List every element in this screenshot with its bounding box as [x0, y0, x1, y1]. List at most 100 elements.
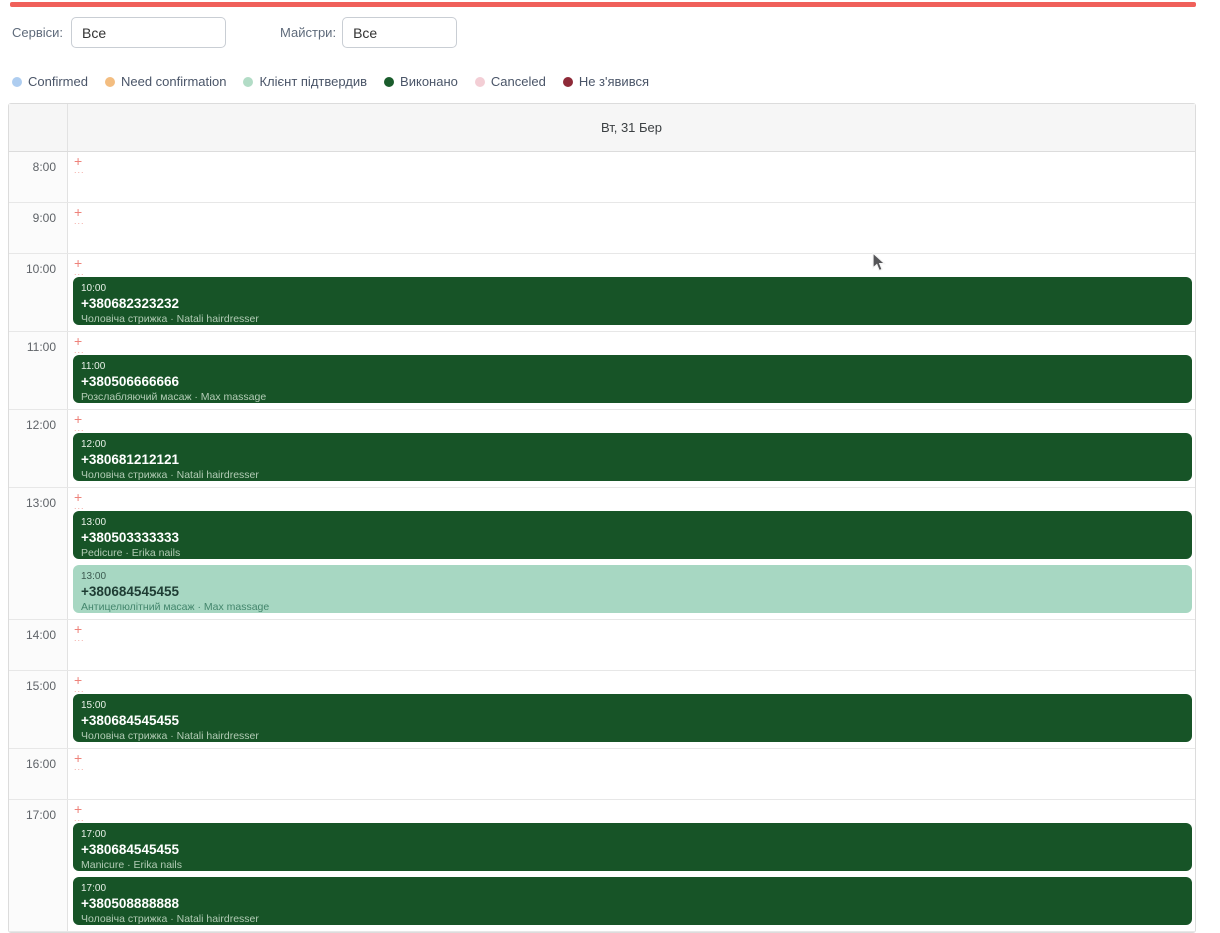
appointment-service-master: Чоловіча стрижка · Natali hairdresser [81, 312, 1182, 325]
legend-label: Клієнт підтвердив [259, 74, 367, 89]
top-accent-bar [10, 2, 1196, 7]
status-legend: Confirmed Need confirmation Клієнт підтвер… [12, 74, 649, 89]
services-select[interactable]: Все [71, 17, 226, 48]
day-cell: +...10:00+380682323232Чоловіча стрижка ·… [68, 254, 1195, 331]
appointment-time: 15:00 [81, 699, 1182, 712]
day-cell: +...15:00+380684545455Чоловіча стрижка ·… [68, 671, 1195, 748]
calendar-row-1100: 11:00+...11:00+380506666666Розслабляючий… [9, 332, 1195, 410]
calendar-row-900: 9:00+... [9, 203, 1195, 254]
status-dot-client-confirmed [243, 77, 253, 87]
more-options-button[interactable]: ... [74, 815, 90, 822]
calendar-row-1700: 17:00+...17:00+380684545455Manicure · Er… [9, 800, 1195, 932]
appointment-block[interactable]: 15:00+380684545455Чоловіча стрижка · Nat… [73, 694, 1192, 742]
legend-item-need-confirmation: Need confirmation [105, 74, 227, 89]
calendar-row-1300: 13:00+...13:00+380503333333Pedicure · Er… [9, 488, 1195, 620]
appointment-service-master: Чоловіча стрижка · Natali hairdresser [81, 912, 1182, 925]
day-cell: +... [68, 749, 1195, 799]
appointment-service-master: Антицелюлітний масаж · Max massage [81, 600, 1182, 613]
status-dot-done [384, 77, 394, 87]
filters-bar: Сервіси: Все Майстри: Все [12, 17, 457, 48]
more-options-button[interactable]: ... [74, 503, 90, 510]
time-label: 9:00 [9, 203, 68, 253]
appointment-phone: +380684545455 [81, 712, 1182, 729]
time-label: 8:00 [9, 152, 68, 202]
appointment-block[interactable]: 13:00+380684545455Антицелюлітний масаж ·… [73, 565, 1192, 613]
more-options-button[interactable]: ... [74, 269, 90, 276]
more-options-button[interactable]: ... [74, 764, 90, 771]
appointment-phone: +380682323232 [81, 295, 1182, 312]
masters-label: Майстри: [280, 25, 336, 40]
masters-select[interactable]: Все [342, 17, 457, 48]
appointment-block[interactable]: 11:00+380506666666Розслабляючий масаж · … [73, 355, 1192, 403]
services-label: Сервіси: [12, 25, 63, 40]
more-options-button[interactable]: ... [74, 425, 90, 432]
calendar-header-row: Вт, 31 Бер [9, 104, 1195, 152]
more-options-button[interactable]: ... [74, 686, 90, 693]
day-cell: +...11:00+380506666666Розслабляючий маса… [68, 332, 1195, 409]
appointment-phone: +380506666666 [81, 373, 1182, 390]
calendar-corner-cell [9, 104, 68, 151]
appointment-time: 17:00 [81, 828, 1182, 841]
more-options-button[interactable]: ... [74, 167, 90, 174]
calendar-row-1000: 10:00+...10:00+380682323232Чоловіча стри… [9, 254, 1195, 332]
status-dot-canceled [475, 77, 485, 87]
more-options-button[interactable]: ... [74, 635, 90, 642]
status-dot-no-show [563, 77, 573, 87]
masters-select-value: Все [353, 25, 377, 41]
day-cell: +... [68, 620, 1195, 670]
time-label: 13:00 [9, 488, 68, 619]
appointment-time: 11:00 [81, 360, 1182, 373]
legend-item-no-show: Не з'явився [563, 74, 649, 89]
time-label: 16:00 [9, 749, 68, 799]
day-header: Вт, 31 Бер [68, 104, 1195, 151]
legend-label: Confirmed [28, 74, 88, 89]
appointment-phone: +380684545455 [81, 841, 1182, 858]
appointment-block[interactable]: 12:00+380681212121Чоловіча стрижка · Nat… [73, 433, 1192, 481]
calendar-row-800: 8:00+... [9, 152, 1195, 203]
appointment-phone: +380684545455 [81, 583, 1182, 600]
appointment-service-master: Розслабляючий масаж · Max massage [81, 390, 1182, 403]
appointment-block[interactable]: 17:00+380684545455Manicure · Erika nails [73, 823, 1192, 871]
appointment-service-master: Pedicure · Erika nails [81, 546, 1182, 559]
legend-item-confirmed: Confirmed [12, 74, 88, 89]
appointment-service-master: Чоловіча стрижка · Natali hairdresser [81, 468, 1182, 481]
calendar-row-1600: 16:00+... [9, 749, 1195, 800]
time-label: 12:00 [9, 410, 68, 487]
appointment-time: 17:00 [81, 882, 1182, 895]
services-select-value: Все [82, 25, 106, 41]
time-label: 11:00 [9, 332, 68, 409]
appointment-time: 10:00 [81, 282, 1182, 295]
legend-label: Не з'явився [579, 74, 649, 89]
day-cell: +...13:00+380503333333Pedicure · Erika n… [68, 488, 1195, 619]
appointment-time: 12:00 [81, 438, 1182, 451]
calendar-row-1400: 14:00+... [9, 620, 1195, 671]
appointment-block[interactable]: 10:00+380682323232Чоловіча стрижка · Nat… [73, 277, 1192, 325]
day-cell: +... [68, 152, 1195, 202]
legend-label: Виконано [400, 74, 458, 89]
more-options-button[interactable]: ... [74, 347, 90, 354]
legend-label: Canceled [491, 74, 546, 89]
appointment-phone: +380681212121 [81, 451, 1182, 468]
appointment-service-master: Manicure · Erika nails [81, 858, 1182, 871]
calendar-row-1200: 12:00+...12:00+380681212121Чоловіча стри… [9, 410, 1195, 488]
legend-item-canceled: Canceled [475, 74, 546, 89]
appointment-block[interactable]: 17:00+380508888888Чоловіча стрижка · Nat… [73, 877, 1192, 925]
status-dot-confirmed [12, 77, 22, 87]
legend-item-done: Виконано [384, 74, 458, 89]
time-label: 15:00 [9, 671, 68, 748]
calendar-row-1500: 15:00+...15:00+380684545455Чоловіча стри… [9, 671, 1195, 749]
time-label: 17:00 [9, 800, 68, 931]
appointment-time: 13:00 [81, 570, 1182, 583]
day-cell: +...17:00+380684545455Manicure · Erika n… [68, 800, 1195, 931]
day-cell: +... [68, 203, 1195, 253]
more-options-button[interactable]: ... [74, 218, 90, 225]
time-label: 14:00 [9, 620, 68, 670]
calendar-table: Вт, 31 Бер 8:00+...9:00+...10:00+...10:0… [8, 103, 1196, 933]
status-dot-need-confirmation [105, 77, 115, 87]
legend-label: Need confirmation [121, 74, 227, 89]
appointment-time: 13:00 [81, 516, 1182, 529]
appointment-phone: +380503333333 [81, 529, 1182, 546]
appointment-block[interactable]: 13:00+380503333333Pedicure · Erika nails [73, 511, 1192, 559]
legend-item-client-confirmed: Клієнт підтвердив [243, 74, 367, 89]
appointment-service-master: Чоловіча стрижка · Natali hairdresser [81, 729, 1182, 742]
